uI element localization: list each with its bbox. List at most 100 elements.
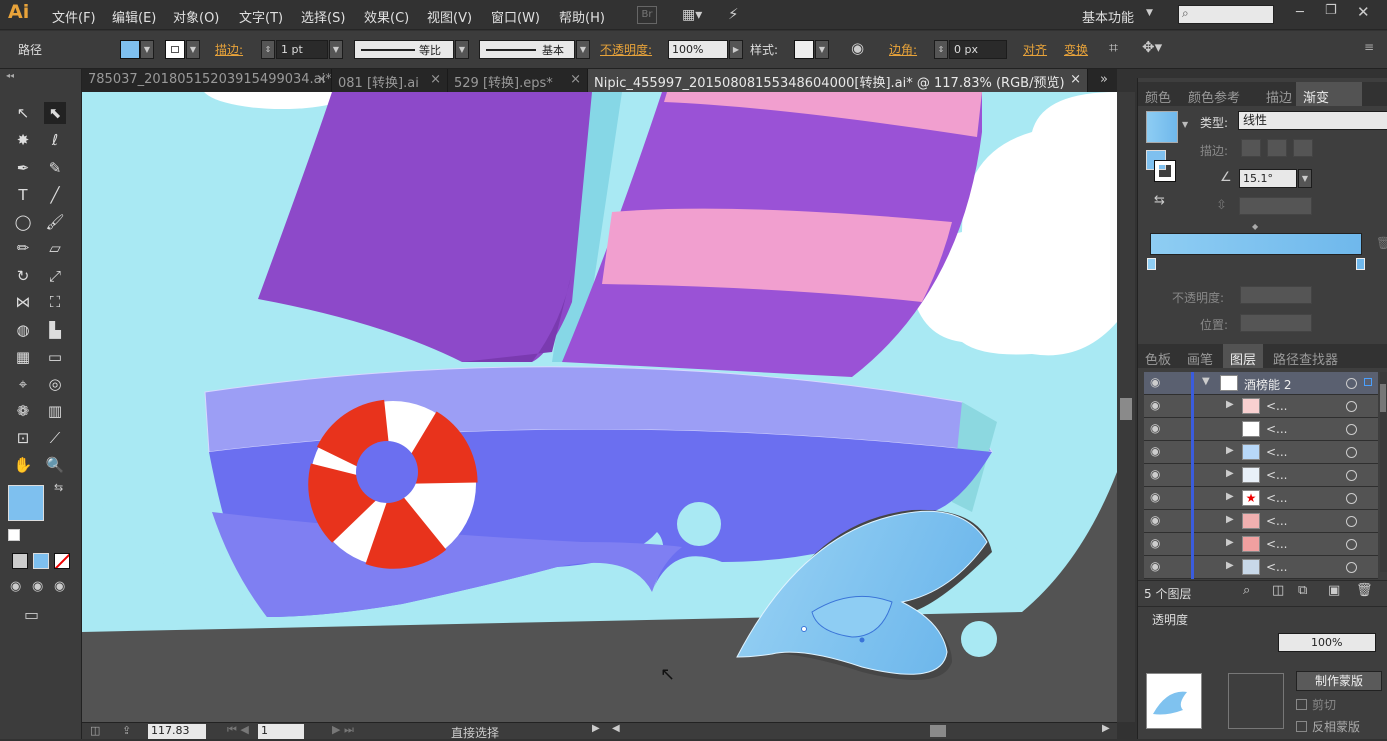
stroke-dropdown[interactable]: ▼ <box>186 40 200 59</box>
target-circle-icon[interactable] <box>1346 447 1357 458</box>
menu-view[interactable]: 视图(V) <box>427 7 472 26</box>
visibility-eye-icon[interactable]: ◉ <box>1150 421 1166 437</box>
menu-file[interactable]: 文件(F) <box>52 7 96 26</box>
brush-definition[interactable]: 基本 <box>479 40 575 59</box>
sublayer-row[interactable]: ◉ ▶ <... <box>1144 556 1378 579</box>
scroll-thumb[interactable] <box>1120 398 1132 420</box>
slice-tool-icon[interactable]: ⟋ <box>44 427 66 449</box>
recolor-artwork-icon[interactable]: ◉ <box>851 39 864 57</box>
new-layer-icon[interactable]: ▣ <box>1328 583 1340 598</box>
stroke-weight-dropdown[interactable]: ▼ <box>329 40 343 59</box>
align-link[interactable]: 对齐 <box>1023 41 1047 58</box>
target-circle-icon[interactable] <box>1346 401 1357 412</box>
sublayer-name[interactable]: <... <box>1266 514 1288 528</box>
draw-inside-icon[interactable]: ◉ <box>54 579 65 594</box>
menu-help[interactable]: 帮助(H) <box>559 7 605 26</box>
sublayer-name[interactable]: <... <box>1266 399 1288 413</box>
line-tool-icon[interactable]: ╱ <box>44 184 66 206</box>
mask-thumbnail[interactable] <box>1228 673 1284 729</box>
width-tool-icon[interactable]: ⋈ <box>12 291 34 313</box>
eraser-tool-icon[interactable]: ▱ <box>44 237 66 259</box>
target-circle-icon[interactable] <box>1346 424 1357 435</box>
chevron-down-icon[interactable]: ▼ <box>1182 120 1188 129</box>
reverse-gradient-icon[interactable]: ⇆ <box>1154 193 1165 208</box>
restore-icon[interactable]: ❐ <box>1325 3 1337 18</box>
visibility-eye-icon[interactable]: ◉ <box>1150 536 1166 552</box>
transform-link[interactable]: 变换 <box>1064 41 1088 58</box>
target-circle-icon[interactable] <box>1346 493 1357 504</box>
midpoint-diamond-icon[interactable]: ◆ <box>1252 222 1258 231</box>
gradient-mode-icon[interactable] <box>33 553 49 569</box>
artboard-canvas[interactable]: ↖ <box>82 92 1117 722</box>
column-graph-tool-icon[interactable]: ▥ <box>44 400 66 422</box>
artboard-tool-icon[interactable]: ⊡ <box>12 427 34 449</box>
workspace-switcher[interactable]: 基本功能 <box>1082 7 1134 26</box>
visibility-eye-icon[interactable]: ◉ <box>1150 490 1166 506</box>
gradient-stop-end[interactable] <box>1356 258 1365 270</box>
type-tool-icon[interactable]: T <box>12 184 34 206</box>
none-mode-icon[interactable] <box>54 553 70 569</box>
variable-width-profile[interactable]: 等比 <box>354 40 454 59</box>
gradient-stop-start[interactable] <box>1147 258 1156 270</box>
zoom-input[interactable]: 117.83 <box>148 724 206 739</box>
pencil-tool-icon[interactable]: ✏ <box>12 237 34 259</box>
gpu-performance-icon[interactable]: ⚡ <box>728 5 754 25</box>
swap-colors-icon[interactable]: ⇆ <box>54 481 63 494</box>
sync-icon[interactable]: ◫ <box>90 724 100 737</box>
mesh-tool-icon[interactable]: ▦ <box>12 346 34 368</box>
visibility-eye-icon[interactable]: ◉ <box>1150 513 1166 529</box>
sublayer-row[interactable]: ◉ <... <box>1144 418 1378 441</box>
status-menu-icon[interactable]: ▶ <box>592 723 600 734</box>
sublayer-row[interactable]: ◉ ▶ <... <box>1144 464 1378 487</box>
fill-swatch[interactable] <box>120 40 140 59</box>
selection-square-icon[interactable] <box>1364 378 1372 386</box>
invert-mask-checkbox[interactable] <box>1296 721 1307 732</box>
visibility-eye-icon[interactable]: ◉ <box>1150 559 1166 575</box>
style-dropdown[interactable]: ▼ <box>815 40 829 59</box>
profile-dropdown[interactable]: ▼ <box>455 40 469 59</box>
menu-edit[interactable]: 编辑(E) <box>112 7 156 26</box>
close-icon[interactable]: ✕ <box>1357 3 1370 21</box>
bridge-button[interactable]: Br <box>637 6 657 24</box>
eyedropper-tool-icon[interactable]: ⌖ <box>12 373 34 395</box>
sublayer-row[interactable]: ◉ ▶ <... <box>1144 510 1378 533</box>
sublayer-name[interactable]: <... <box>1266 560 1288 574</box>
symbol-sprayer-tool-icon[interactable]: ❁ <box>12 400 34 422</box>
opacity-label[interactable]: 不透明度: <box>600 41 652 58</box>
horizontal-scroll-thumb[interactable] <box>930 725 946 737</box>
scroll-right-icon[interactable]: ▶ <box>1102 723 1110 734</box>
gradient-preview[interactable] <box>1146 111 1178 143</box>
first-page-icon[interactable]: ⏮ ◀ <box>227 723 249 737</box>
target-circle-icon[interactable] <box>1346 470 1357 481</box>
graphic-style-swatch[interactable] <box>794 40 814 59</box>
menu-window[interactable]: 窗口(W) <box>491 7 540 26</box>
tab-document-2[interactable]: 081 [转换].ai × <box>332 69 448 92</box>
tab-close-icon[interactable]: × <box>316 72 327 87</box>
layer-row-main[interactable]: ◉ ▼ 酒榜能 2 <box>1144 372 1378 395</box>
panel-menu-icon[interactable]: ≡ <box>1364 40 1374 54</box>
free-transform-tool-icon[interactable]: ⛶ <box>44 291 66 313</box>
make-mask-button[interactable]: 制作蒙版 <box>1296 671 1382 691</box>
corners-label[interactable]: 边角: <box>889 41 917 58</box>
chevron-down-icon[interactable]: ▼ <box>1146 8 1153 18</box>
expand-chevron-right-icon[interactable]: ▶ <box>1226 560 1234 571</box>
stroke-swatch[interactable] <box>165 40 185 59</box>
corners-stepper[interactable]: ⇕ <box>934 40 948 59</box>
expand-chevron-down-icon[interactable]: ▼ <box>1202 376 1210 387</box>
tab-brushes[interactable]: 画笔 <box>1180 344 1220 368</box>
tab-color-guide[interactable]: 颜色参考 <box>1181 82 1247 106</box>
locate-object-icon[interactable]: ⌕ <box>1243 583 1250 598</box>
target-circle-icon[interactable] <box>1346 562 1357 573</box>
tab-close-icon[interactable]: × <box>1070 72 1081 87</box>
sublayer-row[interactable]: ◉ ▶ ★ <... <box>1144 487 1378 510</box>
arrange-documents-icon[interactable]: ▦▾ <box>682 7 708 23</box>
direct-selection-tool-icon[interactable]: ⬉ <box>44 102 66 124</box>
puppet-warp-icon[interactable]: ✥▾ <box>1142 38 1162 56</box>
visibility-eye-icon[interactable]: ◉ <box>1150 375 1166 391</box>
hand-tool-icon[interactable]: ✋ <box>12 454 34 476</box>
tab-close-icon[interactable]: × <box>430 72 441 87</box>
clip-checkbox[interactable] <box>1296 699 1307 710</box>
last-page-icon[interactable]: ▶ ⏭ <box>332 723 354 737</box>
menu-effect[interactable]: 效果(C) <box>364 7 409 26</box>
expand-chevron-right-icon[interactable]: ▶ <box>1226 491 1234 502</box>
